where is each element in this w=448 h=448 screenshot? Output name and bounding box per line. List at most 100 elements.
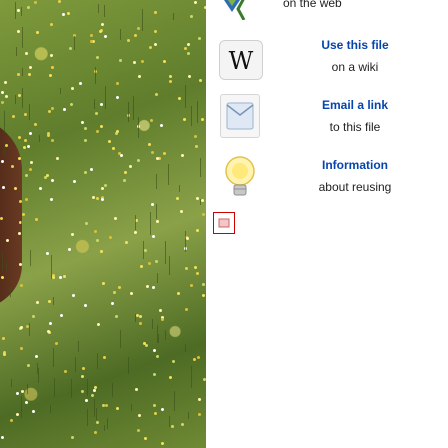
meadow-flower-speck bbox=[72, 293, 76, 297]
email-a-link[interactable]: Email a link bbox=[275, 94, 435, 116]
grass-stem bbox=[98, 4, 100, 14]
meadow-flower-speck bbox=[89, 39, 93, 43]
grass-stem bbox=[49, 404, 51, 414]
meadow-flower-speck bbox=[93, 386, 97, 390]
grass-stem bbox=[28, 323, 30, 336]
meadow-flower-speck bbox=[101, 187, 105, 191]
grass-stem bbox=[184, 344, 186, 352]
meadow-flower-speck bbox=[104, 403, 108, 407]
meadow-flower-speck bbox=[119, 58, 123, 62]
grass-stem bbox=[200, 198, 202, 205]
meadow-flower-speck bbox=[146, 285, 150, 289]
meadow-flower-speck bbox=[85, 398, 89, 402]
envelope-icon[interactable] bbox=[220, 94, 260, 138]
meadow-flower-speck bbox=[153, 412, 157, 416]
meadow-flower-speck bbox=[163, 59, 167, 63]
grass-stem bbox=[196, 101, 198, 124]
meadow-flower-speck bbox=[24, 113, 28, 117]
meadow-flower-speck bbox=[79, 82, 83, 86]
grass-stem bbox=[29, 249, 31, 266]
lightbulb-icon[interactable] bbox=[222, 154, 258, 200]
meadow-flower-speck bbox=[138, 322, 142, 326]
meadow-photo bbox=[0, 0, 206, 448]
grass-stem bbox=[95, 407, 97, 420]
grass-stem bbox=[138, 117, 140, 138]
meadow-flower-speck bbox=[200, 118, 204, 122]
meadow-flower-speck bbox=[34, 355, 38, 358]
meadow-flower-speck bbox=[144, 344, 148, 348]
meadow-flower-speck bbox=[139, 315, 143, 319]
grass-stem bbox=[27, 384, 29, 395]
meadow-flower-speck bbox=[63, 274, 67, 278]
meadow-flower-speck bbox=[95, 196, 99, 200]
meadow-flower-speck bbox=[183, 46, 187, 50]
meadow-flower-speck bbox=[154, 29, 158, 33]
meadow-flower-speck bbox=[190, 15, 194, 19]
meadow-flower-speck bbox=[124, 171, 128, 175]
meadow-flower-speck bbox=[154, 259, 158, 263]
grass-stem bbox=[21, 208, 23, 231]
meadow-flower-speck bbox=[34, 122, 38, 126]
meadow-flower-speck bbox=[68, 248, 72, 252]
meadow-flower-speck bbox=[153, 372, 157, 376]
grass-stem bbox=[157, 273, 159, 283]
meadow-flower-speck bbox=[89, 168, 93, 172]
meadow-flower-speck bbox=[18, 136, 21, 140]
wikipedia-w-icon[interactable]: W bbox=[219, 40, 263, 80]
meadow-flower-speck bbox=[18, 199, 22, 203]
meadow-flower-speck bbox=[151, 235, 155, 239]
meadow-flower-speck bbox=[50, 138, 54, 142]
meadow-flower-speck bbox=[52, 276, 56, 280]
meadow-flower-speck bbox=[20, 347, 24, 351]
on-the-web-label[interactable]: on the web bbox=[283, 0, 342, 10]
grass-stem bbox=[21, 27, 23, 48]
meadow-flower-speck bbox=[80, 389, 84, 393]
meadow-flower-speck bbox=[197, 413, 201, 417]
grass-stem bbox=[20, 396, 22, 418]
grass-stem bbox=[10, 378, 12, 388]
meadow-flower-speck bbox=[27, 5, 31, 9]
meadow-flower-speck bbox=[118, 151, 122, 155]
meadow-flower-speck bbox=[47, 109, 51, 113]
grass-stem bbox=[78, 341, 80, 353]
grass-stem bbox=[87, 409, 89, 426]
information-link[interactable]: Information bbox=[275, 154, 435, 176]
grass-stem bbox=[9, 287, 11, 297]
grass-stem bbox=[191, 106, 193, 126]
meadow-flower-speck bbox=[118, 286, 122, 290]
meadow-flower-speck bbox=[196, 271, 200, 275]
meadow-flower-speck bbox=[102, 282, 106, 286]
meadow-flower-speck bbox=[22, 146, 26, 150]
meadow-flower-speck bbox=[113, 290, 117, 294]
meadow-flower-speck bbox=[93, 230, 97, 234]
meadow-flower-speck bbox=[159, 309, 163, 313]
meadow-flower-speck bbox=[90, 393, 94, 397]
meadow-flower-speck bbox=[148, 46, 152, 50]
grass-stem bbox=[199, 157, 201, 177]
meadow-flower-speck bbox=[111, 147, 115, 151]
grass-stem bbox=[120, 29, 122, 41]
meadow-flower-speck bbox=[29, 65, 33, 69]
share-icon-fragment bbox=[236, 0, 246, 21]
use-this-file-link[interactable]: Use this file bbox=[275, 34, 435, 56]
meadow-flower-speck bbox=[56, 157, 60, 161]
meadow-flower-speck bbox=[153, 348, 157, 352]
meadow-flower-speck bbox=[153, 404, 157, 408]
meadow-flower-speck bbox=[120, 153, 124, 157]
meadow-flower-speck bbox=[19, 326, 23, 330]
meadow-flower-speck bbox=[27, 73, 31, 77]
meadow-flower-speck bbox=[31, 315, 35, 319]
meadow-flower-speck bbox=[35, 300, 39, 304]
meadow-flower-speck bbox=[24, 138, 28, 142]
meadow-flower-speck bbox=[93, 431, 97, 435]
meadow-flower-speck bbox=[93, 389, 97, 393]
meadow-flower-speck bbox=[59, 276, 63, 280]
grass-stem bbox=[38, 367, 40, 384]
meadow-flower-speck bbox=[95, 55, 99, 59]
meadow-flower-speck bbox=[186, 52, 190, 56]
meadow-flower-speck bbox=[45, 173, 49, 177]
meadow-flower-speck bbox=[110, 301, 114, 305]
meadow-flower-speck bbox=[201, 283, 205, 287]
grass-stem bbox=[94, 66, 96, 84]
meadow-flower-speck bbox=[198, 37, 202, 40]
